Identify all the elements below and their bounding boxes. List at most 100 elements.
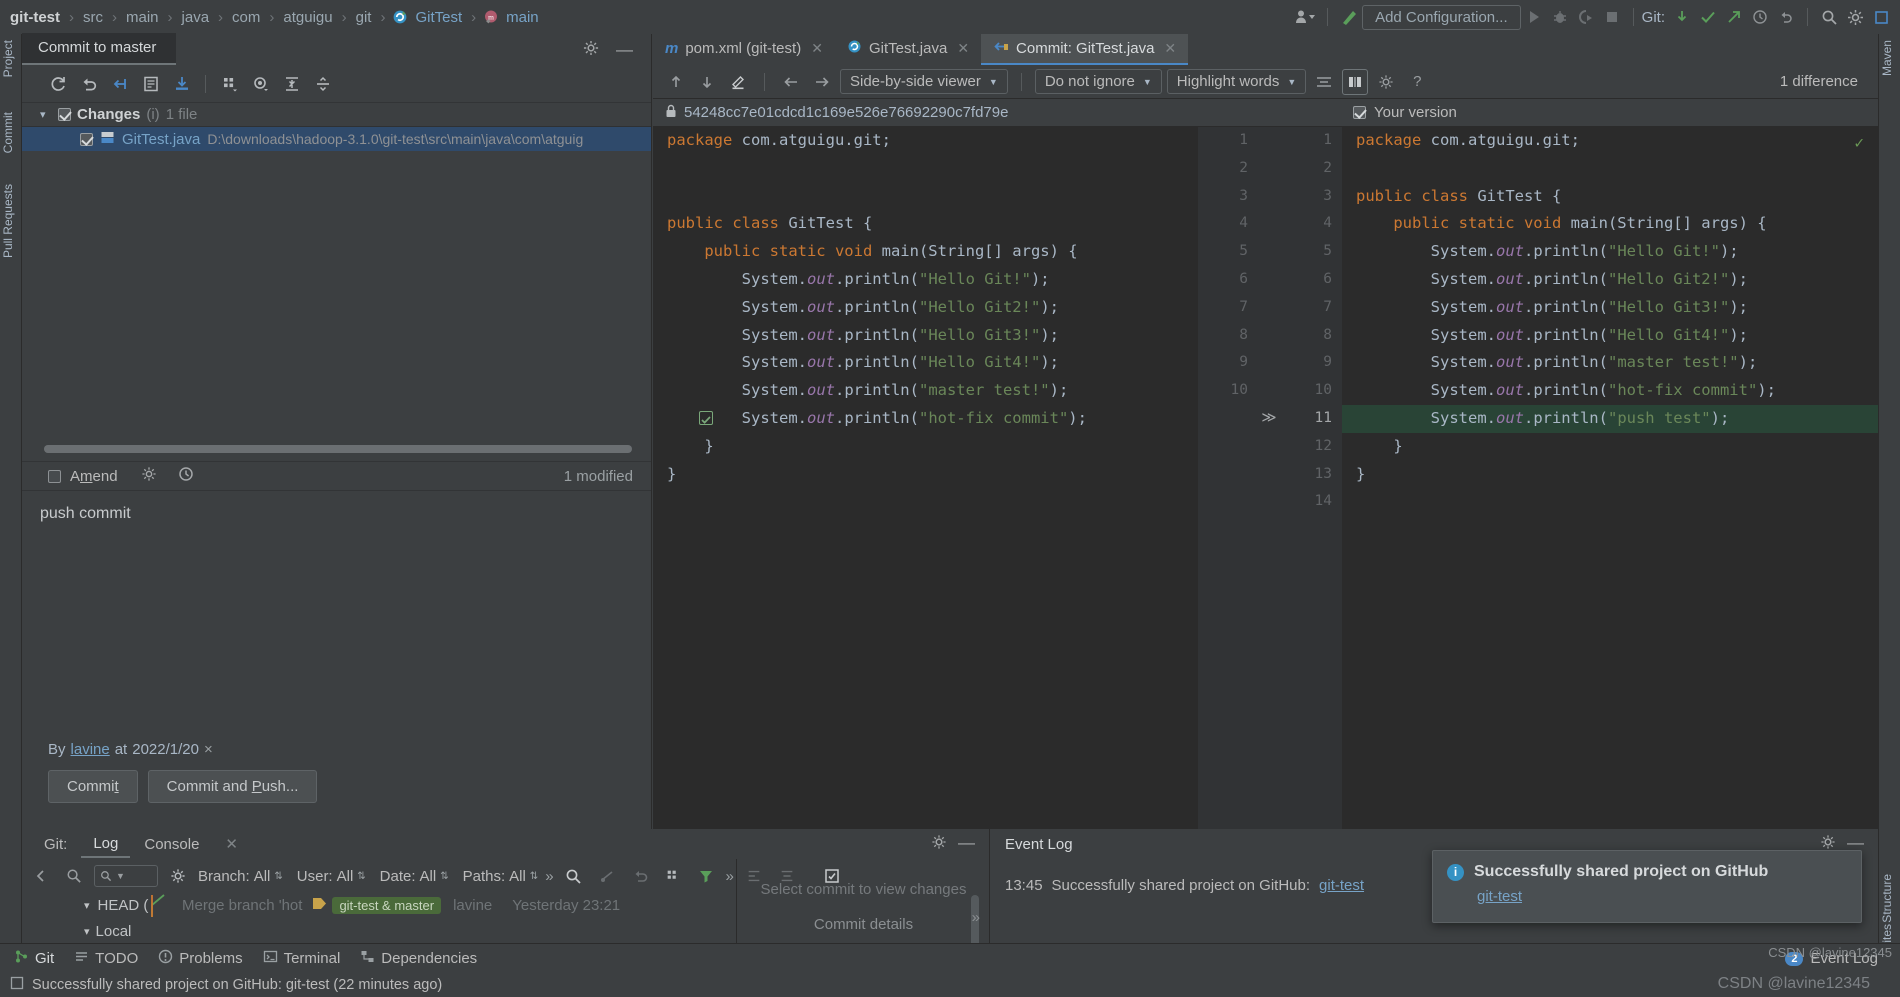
breadcrumb-item-com[interactable]: com (230, 9, 262, 26)
next-difference-icon[interactable] (694, 69, 720, 95)
settings-gear-icon[interactable] (1842, 4, 1868, 30)
chevron-down-icon[interactable]: ▼ (116, 871, 125, 881)
chevron-down-icon[interactable]: ▾ (84, 925, 90, 938)
right-diff-pane[interactable]: package com.atguigu.git; public class Gi… (1342, 127, 1878, 829)
debug-icon[interactable] (1547, 4, 1573, 30)
tab-gittest-java[interactable]: GitTest.java ✕ (835, 34, 981, 65)
left-diff-pane[interactable]: package com.atguigu.git; public class Gi… (653, 127, 1198, 829)
tab-console[interactable]: Console (132, 832, 211, 857)
shelve-icon[interactable] (106, 70, 133, 97)
run-icon[interactable] (1521, 4, 1547, 30)
run-with-coverage-icon[interactable] (1573, 4, 1599, 30)
your-version-checkbox[interactable] (1353, 106, 1366, 119)
toolwindow-git[interactable]: Git (14, 949, 54, 968)
previous-difference-icon[interactable] (663, 69, 689, 95)
commit-checkmark-icon[interactable] (1695, 4, 1721, 30)
notification-balloon[interactable]: i Successfully shared project on GitHub … (1432, 850, 1862, 923)
commit-history-icon[interactable] (178, 466, 194, 486)
breadcrumb-item-java[interactable]: java (180, 9, 212, 26)
gear-icon[interactable] (931, 834, 947, 854)
filters-overflow-icon[interactable]: » (545, 868, 553, 885)
log-filter-user[interactable]: User: All ⇅ (297, 868, 366, 885)
changed-file-row[interactable]: GitTest.java D:\downloads\hadoop-3.1.0\g… (22, 127, 651, 151)
log-search-icon[interactable] (561, 863, 587, 889)
horizontal-scrollbar[interactable] (44, 445, 632, 453)
log-filter-branch[interactable]: Branch: All ⇅ (198, 868, 283, 885)
chevron-down-icon[interactable]: ▾ (40, 108, 52, 121)
edit-source-icon[interactable] (725, 69, 751, 95)
details-more-icon[interactable]: » (972, 909, 980, 926)
revert-icon[interactable] (627, 863, 653, 889)
collapse-all-icon[interactable] (309, 70, 336, 97)
toolwindow-dependencies[interactable]: Dependencies (360, 949, 477, 968)
add-configuration-button[interactable]: Add Configuration... (1362, 4, 1521, 30)
close-icon[interactable]: ✕ (957, 40, 969, 57)
accept-right-icon[interactable] (809, 69, 835, 95)
search-icon[interactable] (61, 863, 87, 889)
log-filter-paths[interactable]: Paths: All ⇅ (463, 868, 539, 885)
help-icon[interactable]: ? (1404, 69, 1430, 95)
close-icon[interactable]: ✕ (213, 831, 250, 857)
sidebar-item-pull-requests[interactable]: Pull Requests (1, 184, 21, 258)
gear-icon[interactable] (583, 40, 599, 60)
tab-commit-gittest-java[interactable]: Commit: GitTest.java ✕ (981, 34, 1189, 65)
history-icon[interactable] (1747, 4, 1773, 30)
commit-and-push-button[interactable]: Commit and Push... (147, 770, 318, 803)
toolwindow-problems[interactable]: Problems (158, 949, 243, 968)
refresh-icon[interactable] (44, 70, 71, 97)
diff-settings-icon[interactable] (1373, 69, 1399, 95)
update-project-icon[interactable] (1669, 4, 1695, 30)
unshelve-icon[interactable] (168, 70, 195, 97)
sidebar-item-commit[interactable]: Commit (1, 112, 21, 153)
log-settings-icon[interactable] (165, 863, 191, 889)
undo-icon[interactable] (1773, 4, 1799, 30)
log-filter-date[interactable]: Date: All ⇅ (380, 868, 449, 885)
breadcrumb-item-main[interactable]: main (504, 9, 541, 26)
highlight-dropdown[interactable]: Highlight words ▼ (1166, 69, 1307, 94)
branch-tag[interactable]: git-test & master (332, 896, 442, 914)
filter-icon[interactable] (693, 863, 719, 889)
byline-author[interactable]: lavine (71, 741, 110, 758)
close-icon[interactable]: ✕ (811, 40, 823, 57)
breadcrumb-item-git[interactable]: git (354, 9, 374, 26)
accept-left-icon[interactable] (778, 69, 804, 95)
diff-icon[interactable] (137, 70, 164, 97)
changes-info-icon[interactable]: (i) (146, 106, 159, 123)
build-hammer-icon[interactable] (1336, 4, 1362, 30)
amend-checkbox[interactable] (48, 469, 61, 483)
breadcrumb-item-src[interactable]: src (81, 9, 105, 26)
notification-link[interactable]: git-test (1447, 881, 1847, 905)
breadcrumb-item-gittest[interactable]: GitTest (413, 9, 464, 26)
event-link[interactable]: git-test (1319, 877, 1364, 894)
rollback-icon[interactable] (75, 70, 102, 97)
maximize-icon[interactable] (1868, 4, 1894, 30)
group-icon[interactable] (660, 863, 686, 889)
collapse-icon[interactable] (28, 863, 54, 889)
show-columns-icon[interactable] (1342, 68, 1369, 95)
whitespace-dropdown[interactable]: Do not ignore ▼ (1034, 69, 1162, 94)
commit-to-master-tab[interactable]: Commit to master (22, 33, 177, 65)
commit-message-input[interactable]: push commit (22, 491, 651, 741)
minimize-icon[interactable]: — (958, 833, 975, 853)
cherry-pick-icon[interactable] (594, 863, 620, 889)
changes-checkbox[interactable] (58, 108, 71, 121)
collapse-unchanged-icon[interactable] (1311, 69, 1337, 95)
breadcrumb-item-git-test[interactable]: git-test (8, 9, 62, 26)
group-by-icon[interactable] (216, 70, 243, 97)
tab-log[interactable]: Log (81, 831, 131, 858)
file-checkbox[interactable] (80, 132, 93, 146)
stop-icon[interactable] (1599, 4, 1625, 30)
search-everywhere-icon[interactable] (1816, 4, 1842, 30)
close-icon[interactable]: × (204, 741, 213, 758)
sidebar-item-project[interactable]: Project (1, 40, 21, 77)
sidebar-item-structure[interactable]: Structure (1880, 874, 1900, 923)
changes-node[interactable]: ▾ Changes (i) 1 file (22, 103, 651, 127)
commit-options-icon[interactable] (141, 466, 157, 486)
minimize-icon[interactable]: — (616, 40, 633, 60)
toolwindow-terminal[interactable]: Terminal (263, 949, 340, 968)
tab-pom-xml[interactable]: m pom.xml (git-test) ✕ (653, 34, 835, 65)
close-icon[interactable]: ✕ (1164, 40, 1176, 57)
user-dropdown-icon[interactable] (1293, 4, 1319, 30)
breadcrumb-item-atguigu[interactable]: atguigu (281, 9, 334, 26)
commit-button[interactable]: Commit (48, 770, 138, 803)
